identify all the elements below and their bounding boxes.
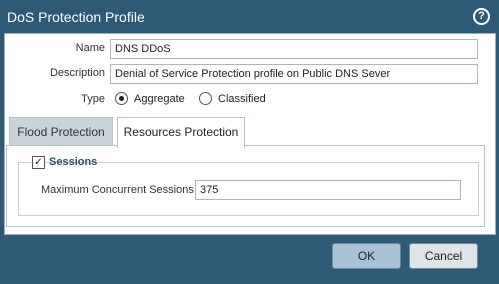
aggregate-label[interactable]: Aggregate <box>134 93 185 105</box>
sessions-checkbox[interactable]: ✓ <box>32 156 45 169</box>
tab-resources-protection[interactable]: Resources Protection <box>117 117 245 148</box>
cancel-button[interactable]: Cancel <box>409 243 478 269</box>
aggregate-radio[interactable] <box>115 92 128 105</box>
max-sessions-input[interactable]: 375 <box>195 180 461 200</box>
description-label: Description <box>49 67 105 79</box>
description-row: Description Denial of Service Protection… <box>0 63 490 85</box>
sessions-label: Sessions <box>49 156 98 168</box>
tab-flood-protection[interactable]: Flood Protection <box>9 117 113 147</box>
dialog-title: DoS Protection Profile <box>7 9 145 25</box>
classified-radio[interactable] <box>199 92 212 105</box>
classified-label[interactable]: Classified <box>218 93 266 105</box>
name-row: Name DNS DDoS <box>0 38 490 60</box>
sessions-legend: ✓ Sessions <box>32 156 97 170</box>
type-label: Type <box>81 93 105 105</box>
name-label: Name <box>75 42 105 54</box>
description-input[interactable]: Denial of Service Protection profile on … <box>110 64 478 84</box>
type-row: Type Aggregate Classified <box>0 89 490 111</box>
max-sessions-label: Maximum Concurrent Sessions <box>41 184 194 196</box>
help-icon[interactable]: ? <box>473 8 490 25</box>
ok-button[interactable]: OK <box>332 243 401 269</box>
name-input[interactable]: DNS DDoS <box>110 39 478 59</box>
